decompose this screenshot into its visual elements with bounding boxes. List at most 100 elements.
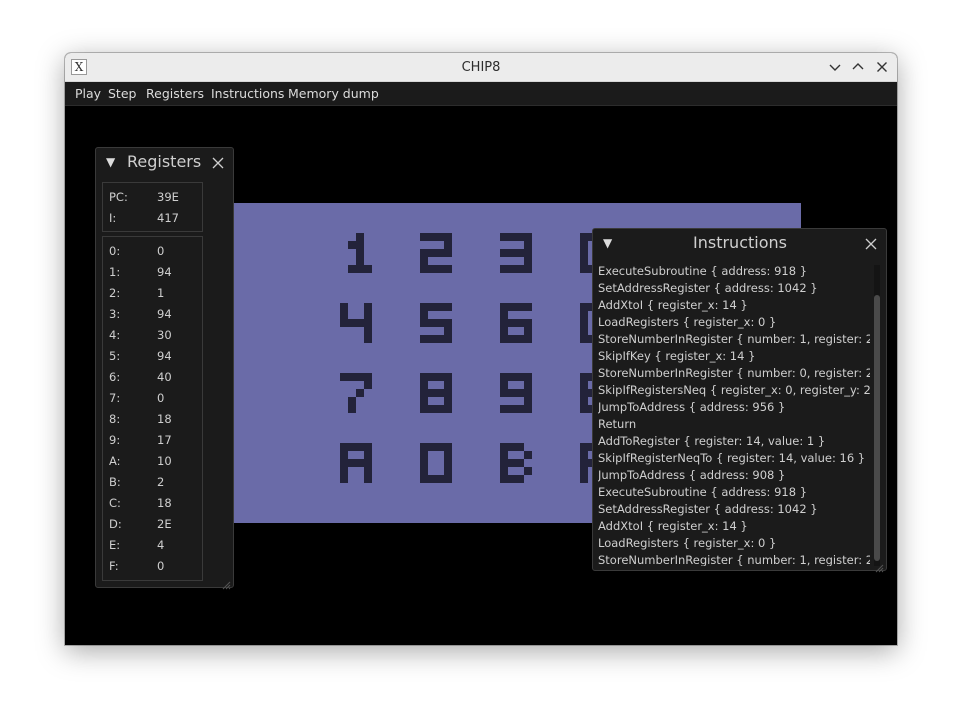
instruction-item[interactable]: AddXtoI { register_x: 14 } — [598, 518, 870, 535]
register-name: 9: — [109, 433, 121, 447]
instruction-item[interactable]: SkipIfKey { register_x: 14 } — [598, 348, 870, 365]
register-row: B: 2 — [109, 472, 199, 493]
instruction-item[interactable]: SkipIfRegistersNeq { register_x: 0, regi… — [598, 382, 870, 399]
register-name: 0: — [109, 244, 121, 258]
sprite-glyph-A — [340, 443, 372, 483]
instruction-item[interactable]: JumpToAddress { address: 956 } — [598, 399, 870, 416]
sprite-glyph-9 — [500, 373, 532, 413]
register-name: D: — [109, 517, 122, 531]
instructions-list[interactable]: ExecuteSubroutine { address: 918 } SetAdd… — [598, 263, 870, 566]
instructions-panel: ▼ Instructions ExecuteSubroutine { addre… — [592, 228, 887, 573]
register-row: 0: 0 — [109, 241, 199, 262]
register-row: 8: 18 — [109, 409, 199, 430]
instruction-item[interactable]: AddToRegister { register: 14, value: 1 } — [598, 433, 870, 450]
collapse-triangle-icon[interactable]: ▼ — [603, 236, 612, 250]
instruction-item[interactable]: LoadRegisters { register_x: 0 } — [598, 535, 870, 552]
menu-registers[interactable]: Registers — [146, 82, 204, 106]
resize-grip-icon[interactable] — [874, 558, 884, 573]
collapse-triangle-icon[interactable]: ▼ — [106, 155, 115, 169]
special-registers-box: PC: 39E I: 417 — [102, 182, 203, 232]
menu-play[interactable]: Play — [75, 82, 101, 106]
instruction-item[interactable]: ExecuteSubroutine { address: 918 } — [598, 484, 870, 501]
registers-panel: ▼ Registers PC: 39E I: 417 0: 0 1: 94 2: 1 3: 9… — [95, 147, 234, 590]
register-row: 6: 40 — [109, 367, 199, 388]
registers-panel-title: Registers — [127, 152, 202, 171]
general-registers-box: 0: 0 1: 94 2: 1 3: 94 4: 30 5: 94 6: 40 7: 0 8: 18 9: 17 A: 1… — [102, 236, 203, 581]
instructions-panel-title: Instructions — [693, 233, 787, 252]
register-row: F: 0 — [109, 556, 199, 577]
register-row: C: 18 — [109, 493, 199, 514]
instruction-item[interactable]: ExecuteSubroutine { address: 918 } — [598, 263, 870, 280]
register-name: 2: — [109, 286, 121, 300]
register-value: 4 — [157, 538, 165, 552]
app-window: X CHIP8 Play Step Registers Instructions… — [65, 53, 897, 645]
register-row: E: 4 — [109, 535, 199, 556]
register-row-pc: PC: 39E — [109, 187, 199, 208]
register-name: 1: — [109, 265, 121, 279]
sprite-glyph-0 — [420, 443, 452, 483]
instruction-item[interactable]: StoreNumberInRegister { number: 1, regis… — [598, 331, 870, 348]
register-value: 18 — [157, 496, 172, 510]
instruction-item[interactable]: SetAddressRegister { address: 1042 } — [598, 501, 870, 518]
register-row: A: 10 — [109, 451, 199, 472]
register-name: 5: — [109, 349, 121, 363]
register-name: 8: — [109, 412, 121, 426]
register-value: 18 — [157, 412, 172, 426]
register-row: 9: 17 — [109, 430, 199, 451]
register-value: 0 — [157, 244, 165, 258]
resize-grip-icon[interactable] — [221, 575, 231, 590]
title-bar[interactable]: X CHIP8 — [65, 53, 897, 82]
register-value: 10 — [157, 454, 172, 468]
register-value: 0 — [157, 391, 165, 405]
instruction-item[interactable]: Return — [598, 416, 870, 433]
register-name: PC: — [109, 190, 128, 204]
instructions-scrollbar[interactable] — [874, 265, 880, 566]
menu-instructions[interactable]: Instructions — [211, 82, 284, 106]
register-name: 4: — [109, 328, 121, 342]
minimize-icon[interactable] — [825, 57, 845, 77]
sprite-glyph-B — [500, 443, 532, 483]
register-name: 6: — [109, 370, 121, 384]
menu-memory-dump[interactable]: Memory dump — [288, 82, 379, 106]
register-row: 2: 1 — [109, 283, 199, 304]
register-name: 7: — [109, 391, 121, 405]
window-title: CHIP8 — [461, 60, 501, 75]
register-row: 4: 30 — [109, 325, 199, 346]
instruction-item[interactable]: StoreNumberInRegister { number: 0, regis… — [598, 365, 870, 382]
instruction-item[interactable]: StoreNumberInRegister { number: 1, regis… — [598, 552, 870, 566]
register-value: 30 — [157, 328, 172, 342]
instructions-panel-header[interactable]: ▼ Instructions — [593, 229, 886, 257]
register-name: B: — [109, 475, 121, 489]
instruction-item[interactable]: SetAddressRegister { address: 1042 } — [598, 280, 870, 297]
register-name: I: — [109, 211, 117, 225]
instruction-item[interactable]: AddXtoI { register_x: 14 } — [598, 297, 870, 314]
register-value: 2 — [157, 475, 165, 489]
register-name: 3: — [109, 307, 121, 321]
close-icon[interactable] — [211, 155, 225, 169]
register-row: 5: 94 — [109, 346, 199, 367]
register-value: 17 — [157, 433, 172, 447]
register-value: 94 — [157, 307, 172, 321]
menu-step[interactable]: Step — [108, 82, 136, 106]
sprite-glyph-3 — [500, 233, 532, 273]
close-icon[interactable] — [872, 57, 892, 77]
sprite-glyph-7 — [340, 373, 372, 413]
sprite-glyph-5 — [420, 303, 452, 343]
register-name: A: — [109, 454, 121, 468]
registers-panel-header[interactable]: ▼ Registers — [96, 148, 233, 176]
sprite-glyph-1 — [348, 233, 372, 273]
register-row: 3: 94 — [109, 304, 199, 325]
register-value: 40 — [157, 370, 172, 384]
instruction-item[interactable]: SkipIfRegisterNeqTo { register: 14, valu… — [598, 450, 870, 467]
scrollbar-thumb[interactable] — [874, 295, 880, 561]
maximize-icon[interactable] — [848, 57, 868, 77]
register-row: 7: 0 — [109, 388, 199, 409]
sprite-glyph-2 — [420, 233, 452, 273]
register-value: 94 — [157, 349, 172, 363]
instruction-item[interactable]: JumpToAddress { address: 908 } — [598, 467, 870, 484]
register-row: D: 2E — [109, 514, 199, 535]
close-icon[interactable] — [864, 236, 878, 250]
sprite-glyph-8 — [420, 373, 452, 413]
register-row-i: I: 417 — [109, 208, 199, 229]
instruction-item[interactable]: LoadRegisters { register_x: 0 } — [598, 314, 870, 331]
